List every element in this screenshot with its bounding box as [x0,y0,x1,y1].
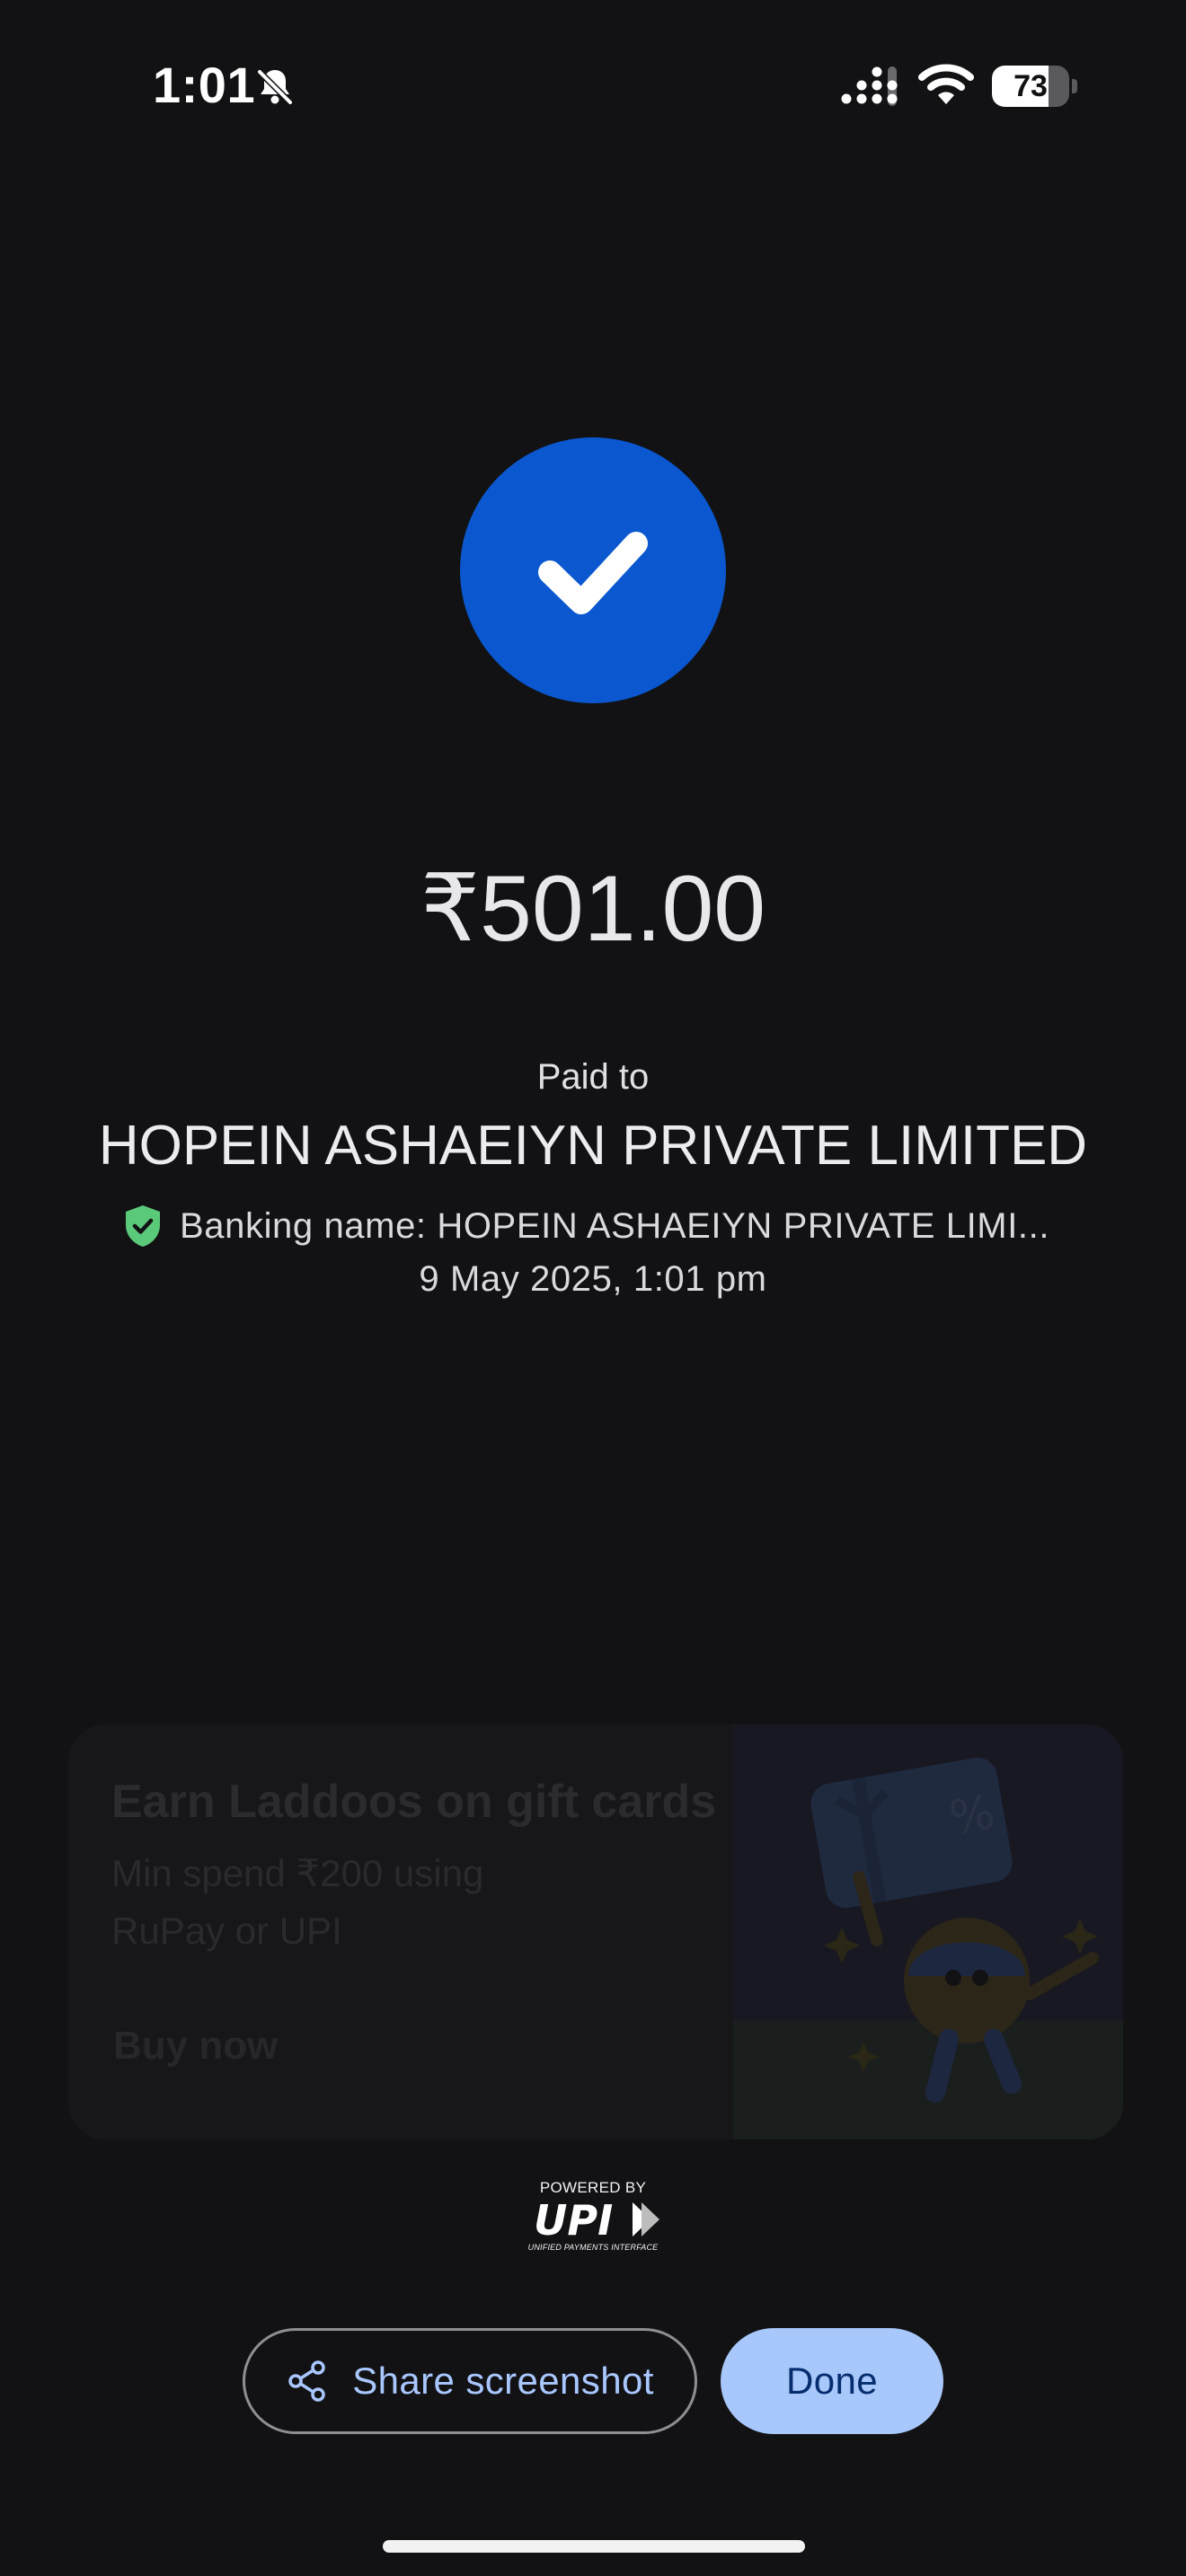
cellular-signal-icon [841,66,898,106]
share-icon [288,2360,325,2402]
upi-logo: POWERED BY UPI UNIFIED PAYMENTS INTERFAC… [521,2179,665,2258]
payment-amount: ₹501.00 [420,857,766,961]
share-screenshot-label: Share screenshot [352,2360,654,2402]
payment-date-time: 9 May 2025, 1:01 pm [419,1259,767,1299]
gift-card-illustration: % [733,1725,1123,2139]
done-label: Done [785,2360,878,2402]
bell-slash-icon [256,68,294,106]
promo-title: Earn Laddoos on gift cards [111,1776,717,1828]
battery-indicator: 73 [992,66,1078,107]
status-bar: 1:01 73 [0,0,1186,171]
battery-cap [1072,79,1077,93]
done-button[interactable]: Done [721,2328,943,2434]
promo-card[interactable]: Earn Laddoos on gift cards Min spend ₹20… [68,1725,1123,2139]
upi-powered-by: POWERED BY [539,2179,647,2196]
battery-icon: 73 [992,66,1069,107]
paid-to-label: Paid to [536,1057,650,1097]
banking-name-row: Banking name: HOPEIN ASHAEIYN PRIVATE LI… [122,1201,1075,1251]
promo-percent-badge: % [945,1786,998,1847]
check-icon [538,532,648,614]
home-indicator[interactable] [383,2540,805,2553]
share-screenshot-button[interactable]: Share screenshot [243,2328,697,2434]
shield-check-icon [126,1205,160,1247]
upi-wordmark: UPI [534,2196,659,2244]
wifi-icon [918,64,974,104]
upi-wordmark-text: UPI [534,2196,613,2244]
status-time: 1:01 [153,57,256,113]
promo-buy-now-link[interactable]: Buy now [113,2021,278,2071]
payee-name: HOPEIN ASHAEIYN PRIVATE LIMITED [98,1115,1088,1177]
banking-name: Banking name: HOPEIN ASHAEIYN PRIVATE LI… [180,1206,1050,1246]
promo-subtitle: Min spend ₹200 using RuPay or UPI [111,1852,484,1952]
upi-full-name: UNIFIED PAYMENTS INTERFACE [527,2243,659,2252]
success-badge [460,437,726,703]
battery-level: 73 [1013,69,1048,103]
